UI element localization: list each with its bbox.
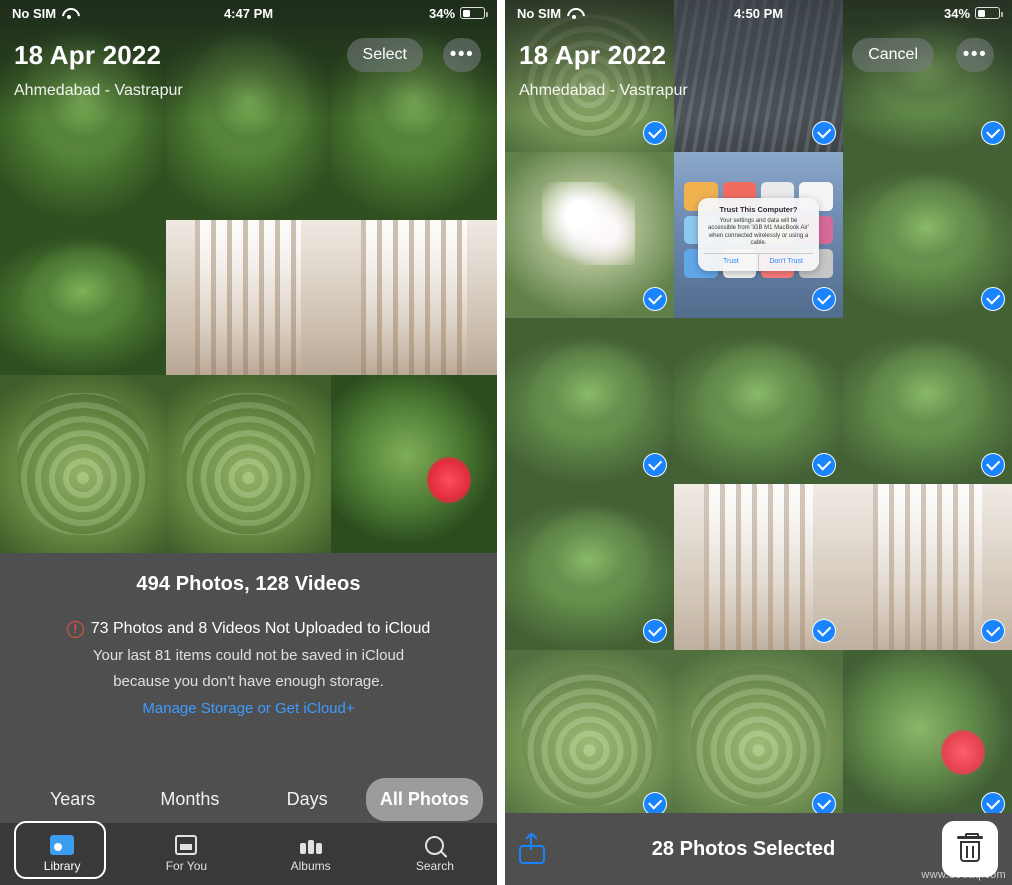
tab-for-you-label: For You [165,859,208,873]
photo-thumbnail-selected[interactable] [674,318,843,484]
carrier-label: No SIM [517,5,562,21]
photo-thumbnail-selected[interactable] [843,650,1012,823]
photo-thumbnail[interactable] [165,220,332,375]
photo-thumbnail[interactable] [331,220,497,375]
albums-icon [249,831,373,859]
battery-percent-label: 34% [428,5,456,21]
selected-check-icon[interactable] [981,287,1005,311]
status-bar-left: No SIM 4:47 PM 34% [0,0,497,26]
battery-percent-label: 34% [943,5,971,21]
selected-check-icon[interactable] [643,453,667,477]
segment-all-photos[interactable]: All Photos [365,778,483,821]
photo-thumbnail-selected[interactable]: Trust This Computer? Your settings and d… [674,152,843,318]
for-you-icon [124,831,248,859]
battery-icon [460,7,489,19]
photo-library-icon [0,831,124,859]
share-icon[interactable] [519,834,545,864]
tab-albums-label: Albums [290,859,331,873]
tab-search[interactable]: Search [373,831,497,873]
photo-thumbnail-selected[interactable] [674,650,843,823]
phone-screen-library: No SIM 4:47 PM 34% 18 Apr 2022 Ahmedabad… [0,0,497,885]
selected-check-icon[interactable] [981,619,1005,643]
tab-bar: Library For You Albums Search [0,821,497,885]
battery-icon [975,7,1004,19]
photo-thumbnail-selected[interactable] [843,318,1012,484]
selected-check-icon[interactable] [981,121,1005,145]
cancel-button[interactable]: Cancel [852,38,934,72]
icloud-detail-line-2: because you don't have enough storage. [113,673,384,690]
photo-grid-right: Trust This Computer? Your settings and d… [505,0,1012,885]
icloud-warning: ! 73 Photos and 8 Videos Not Uploaded to… [0,620,497,638]
photo-thumbnail[interactable] [0,220,166,375]
segment-months[interactable]: Months [131,778,248,821]
watermark: www.deuaq.com [921,869,1006,881]
more-options-button[interactable]: ••• [443,38,481,72]
photo-thumbnail[interactable] [331,375,497,553]
photo-thumbnail-selected[interactable] [843,152,1012,318]
photo-thumbnail[interactable] [331,0,497,220]
manage-storage-link[interactable]: Manage Storage or Get iCloud+ [0,700,497,717]
selected-check-icon[interactable] [643,619,667,643]
photo-thumbnail[interactable] [0,0,166,220]
exclamation-circle-icon: ! [66,620,84,638]
phone-screen-selection: Trust This Computer? Your settings and d… [505,0,1012,885]
page-title: 18 Apr 2022 [519,40,667,70]
photo-thumbnail-selected[interactable] [505,152,674,318]
icloud-warning-label: 73 Photos and 8 Videos Not Uploaded to i… [90,620,431,637]
segment-years[interactable]: Years [14,778,131,821]
tab-library[interactable]: Library [0,821,124,879]
clock-label: 4:50 PM [733,5,784,21]
clock-label: 4:47 PM [223,5,274,21]
page-subtitle: Ahmedabad - Vastrapur [519,82,688,99]
trash-icon [957,832,983,862]
selected-check-icon[interactable] [981,453,1005,477]
selected-check-icon[interactable] [812,287,836,311]
carrier-label: No SIM [12,5,57,21]
tab-for-you[interactable]: For You [124,831,248,873]
selected-check-icon[interactable] [812,453,836,477]
wifi-icon [62,8,76,19]
search-icon [373,831,497,859]
photo-thumbnail-selected[interactable] [505,318,674,484]
selection-count-label: 28 Photos Selected [651,837,836,860]
photo-thumbnail-selected[interactable] [505,650,674,823]
tab-search-label: Search [415,859,454,873]
selected-check-icon[interactable] [812,121,836,145]
wifi-icon [567,8,581,19]
selected-check-icon[interactable] [812,619,836,643]
tab-albums[interactable]: Albums [249,831,373,873]
segment-days[interactable]: Days [249,778,366,821]
media-count-label: 494 Photos, 128 Videos [136,573,361,595]
selected-check-icon[interactable] [643,121,667,145]
photo-thumbnail[interactable] [165,0,332,220]
photo-thumbnail[interactable] [0,375,166,553]
more-options-button[interactable]: ••• [956,38,994,72]
status-bar-right: No SIM 4:50 PM 34% [505,0,1012,26]
photo-thumbnail-selected[interactable] [843,484,1012,650]
photo-thumbnail[interactable] [165,375,332,553]
timeline-segmented-control[interactable]: Years Months Days All Photos [14,778,483,821]
photo-thumbnail-selected[interactable] [505,484,674,650]
selected-check-icon[interactable] [643,287,667,311]
photo-thumbnail-selected[interactable] [674,484,843,650]
icloud-detail-line-1: Your last 81 items could not be saved in… [92,647,405,664]
screenshot-root: No SIM 4:47 PM 34% 18 Apr 2022 Ahmedabad… [0,0,1012,885]
page-subtitle: Ahmedabad - Vastrapur [14,82,183,99]
tab-library-label: Library [43,859,81,873]
page-title: 18 Apr 2022 [14,40,162,70]
select-button[interactable]: Select [346,38,423,72]
